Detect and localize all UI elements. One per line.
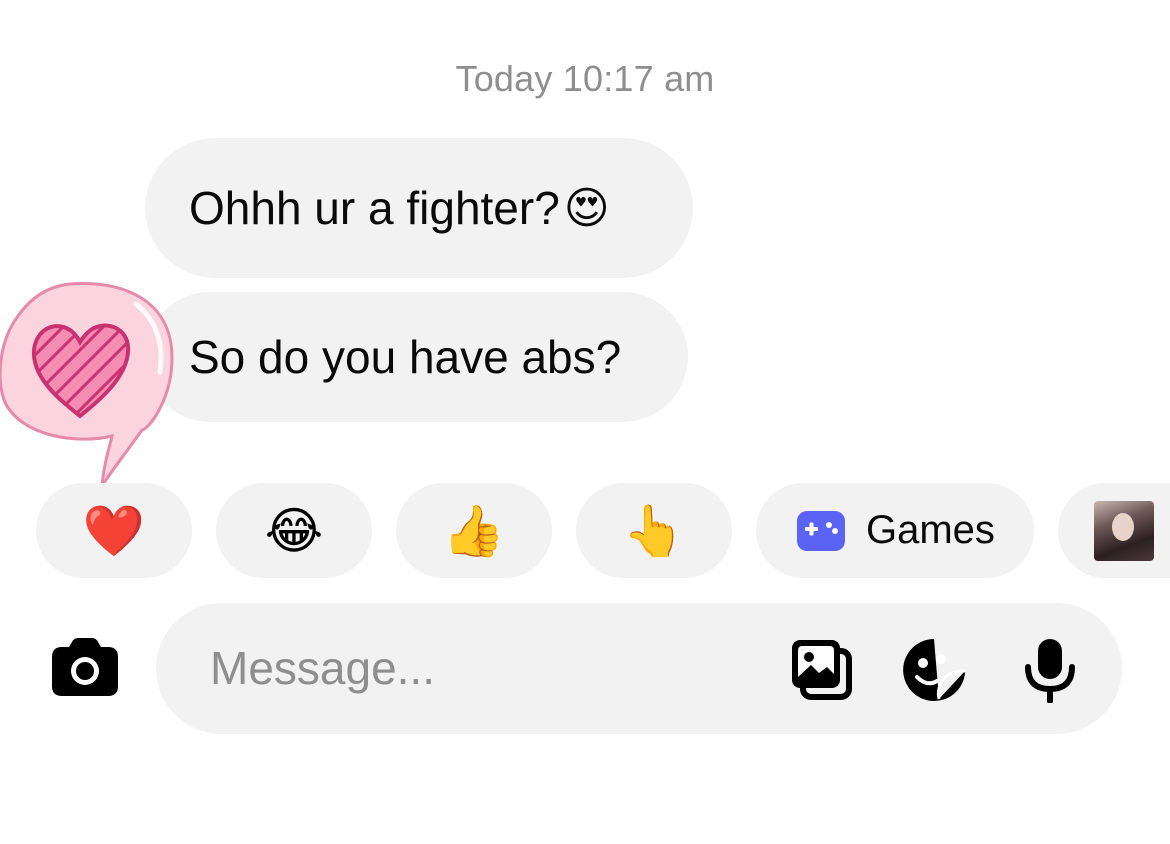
- joy-emoji: 😂: [264, 502, 324, 559]
- camera-icon[interactable]: [50, 636, 120, 698]
- pointing-up-emoji: 👆: [622, 502, 686, 559]
- message-input[interactable]: [210, 636, 770, 700]
- quick-reply-joy[interactable]: 😂: [216, 483, 372, 578]
- message-bubble[interactable]: So do you have abs?: [145, 292, 688, 422]
- message-bubble[interactable]: Ohhh ur a fighter? 😍: [145, 138, 693, 278]
- avatar: [1094, 500, 1154, 561]
- thumbs-up-emoji: 👍: [442, 502, 506, 559]
- heart-speech-bubble-icon[interactable]: [0, 280, 180, 490]
- message-composer: [156, 603, 1122, 734]
- sticker-icon[interactable]: [900, 636, 968, 704]
- quick-reply-pointing[interactable]: 👆: [576, 483, 732, 578]
- quick-reply-row: ❤️ 😂 👍 👆 Games: [0, 483, 1170, 578]
- gallery-icon[interactable]: [788, 636, 856, 704]
- timestamp: Today 10:17 am: [455, 58, 715, 99]
- heart-eyes-emoji: 😍: [563, 183, 610, 233]
- microphone-icon-svg: [1025, 639, 1075, 703]
- message-text: Ohhh ur a fighter?: [189, 182, 560, 234]
- sticker-icon-svg: [903, 639, 966, 701]
- microphone-icon[interactable]: [1016, 636, 1084, 704]
- games-label: Games: [866, 508, 995, 552]
- gallery-icon-svg: [792, 640, 852, 700]
- profile-chip[interactable]: [1058, 483, 1170, 578]
- red-heart-emoji: ❤️: [82, 502, 146, 559]
- message-text: So do you have abs?: [189, 331, 622, 383]
- games-button[interactable]: Games: [756, 483, 1034, 578]
- quick-reply-thumbs-up[interactable]: 👍: [396, 483, 552, 578]
- quick-reply-heart[interactable]: ❤️: [36, 483, 192, 578]
- gamepad-icon: [797, 510, 845, 551]
